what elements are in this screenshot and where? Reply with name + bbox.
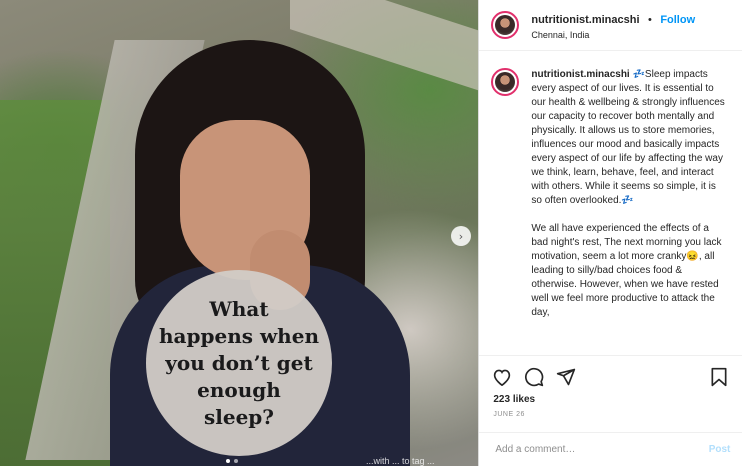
comment-box: Post [479,432,742,466]
caption-scroll-area[interactable]: nutritionist.minacshi 💤Sleep impacts eve… [479,60,742,356]
comment-icon[interactable] [523,366,545,388]
username-link[interactable]: nutritionist.minacshi [531,14,639,26]
share-icon[interactable] [555,366,577,388]
carousel-dots [226,459,238,463]
heart-icon[interactable] [491,366,513,388]
caption-username[interactable]: nutritionist.minacshi [531,69,629,80]
avatar[interactable] [491,11,520,39]
action-bar: 223 likes JUNE 26 [479,355,742,418]
comment-input[interactable] [493,443,709,456]
overlay-text: What happens when you don’t get enough s… [159,296,319,429]
follow-button[interactable]: Follow [660,14,695,26]
post-comment-button[interactable]: Post [709,444,731,455]
likes-count[interactable]: 223 likes [479,388,742,405]
post-image[interactable]: What happens when you don’t get enough s… [0,0,479,466]
post-header: nutritionist.minacshi • Follow Chennai, … [479,0,742,51]
separator-dot: • [648,14,652,26]
location-link[interactable]: Chennai, India [531,30,695,40]
avatar-image [495,15,516,35]
post-date[interactable]: JUNE 26 [479,405,742,418]
overlay-circle: What happens when you don’t get enough s… [146,270,332,456]
avatar-image [495,72,516,92]
caption-paragraph: We all have experienced the effects of a… [531,223,722,318]
action-icons [479,356,742,388]
caption: nutritionist.minacshi 💤Sleep impacts eve… [479,60,742,334]
carousel-dot [234,459,238,463]
header-text: nutritionist.minacshi • Follow Chennai, … [531,10,695,40]
image-tag-text: ...with ... to tag ... [366,456,435,466]
chevron-right-icon: › [458,229,464,243]
carousel-dot [226,459,230,463]
caption-text: 💤Sleep impacts every aspect of our lives… [531,69,725,206]
caption-avatar[interactable] [491,68,520,96]
instagram-post: What happens when you don’t get enough s… [0,0,742,466]
post-sidebar: nutritionist.minacshi • Follow Chennai, … [478,0,742,466]
next-image-button[interactable]: › [451,226,471,246]
caption-body: nutritionist.minacshi 💤Sleep impacts eve… [531,68,727,334]
caption-paragraph: nutritionist.minacshi 💤Sleep impacts eve… [531,68,727,208]
bookmark-icon[interactable] [708,366,730,388]
